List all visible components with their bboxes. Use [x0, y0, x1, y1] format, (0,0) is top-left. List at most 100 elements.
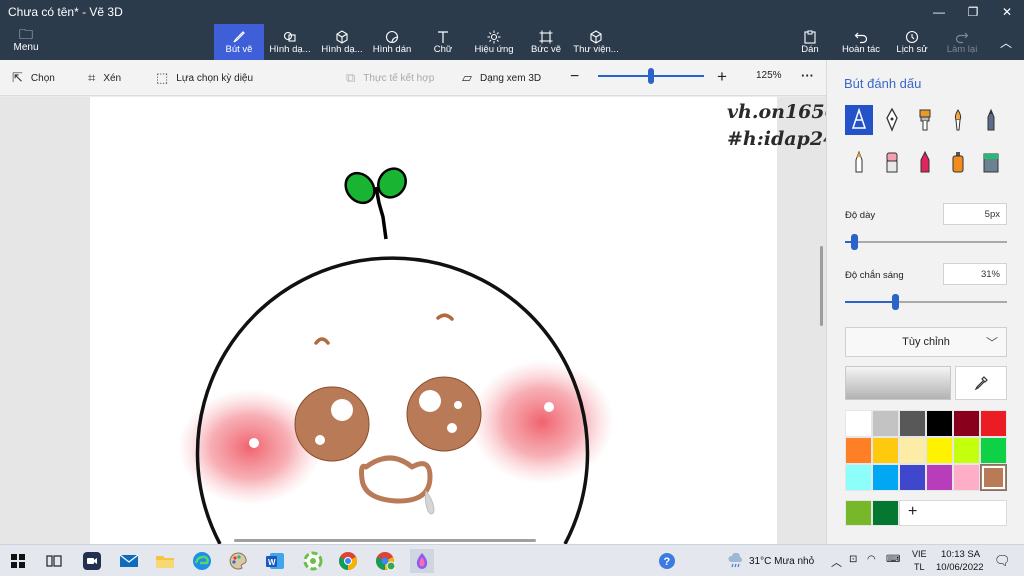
- zoom-app-button[interactable]: [80, 549, 104, 573]
- app-button[interactable]: [301, 549, 325, 573]
- oil-brush-button[interactable]: [911, 105, 939, 135]
- thickness-slider[interactable]: [845, 234, 1007, 250]
- current-color-preview[interactable]: [845, 366, 951, 400]
- collapse-ribbon-button[interactable]: ︿: [994, 24, 1018, 60]
- eyedropper-button[interactable]: [955, 366, 1007, 400]
- mixed-reality-button[interactable]: ⧉ Thực tế kết hợp: [346, 70, 434, 86]
- help-button[interactable]: ?: [655, 549, 679, 573]
- zoom-in-button[interactable]: +: [717, 67, 727, 87]
- task-view-button[interactable]: [42, 549, 66, 573]
- add-custom-color-button[interactable]: +: [899, 500, 1007, 526]
- color-swatch[interactable]: [926, 410, 953, 437]
- color-swatch[interactable]: [872, 437, 899, 464]
- spray-can-button[interactable]: [944, 147, 972, 177]
- finish-dropdown-value: Tùy chỉnh: [902, 336, 950, 348]
- color-swatch[interactable]: [845, 410, 872, 437]
- mail-button[interactable]: [117, 549, 141, 573]
- start-button[interactable]: [6, 549, 30, 573]
- tool-2d-shapes[interactable]: Hình dạ...: [266, 24, 314, 60]
- color-swatch[interactable]: [980, 410, 1007, 437]
- color-swatch[interactable]: [926, 464, 953, 491]
- opacity-slider-thumb[interactable]: [892, 294, 899, 310]
- custom-color-swatch[interactable]: [845, 500, 872, 526]
- color-swatch[interactable]: [845, 437, 872, 464]
- color-swatch[interactable]: [953, 410, 980, 437]
- crop-button[interactable]: ⌗ Xén: [88, 70, 121, 86]
- eraser-button[interactable]: [878, 147, 906, 177]
- watercolor-button[interactable]: [944, 105, 972, 135]
- sprout-leaf-left: [344, 171, 376, 205]
- paint-button[interactable]: [226, 549, 250, 573]
- edge-button[interactable]: [190, 549, 214, 573]
- color-swatch[interactable]: [872, 410, 899, 437]
- view-3d-label: Dạng xem 3D: [480, 72, 542, 84]
- paste-button[interactable]: Dán: [794, 24, 826, 60]
- file-explorer-button[interactable]: [153, 549, 177, 573]
- color-swatch[interactable]: [926, 437, 953, 464]
- clock-time[interactable]: 10:13 SA: [941, 549, 980, 560]
- language-line-2[interactable]: TL: [914, 562, 925, 572]
- redo-button[interactable]: Làm lại: [942, 24, 982, 60]
- zoom-slider-thumb[interactable]: [648, 68, 654, 84]
- crayon-button[interactable]: [845, 147, 873, 177]
- drawing-canvas[interactable]: vh.on1656 #h:idap247: [90, 97, 826, 544]
- tool-3d-shapes[interactable]: Hình dạ...: [318, 24, 366, 60]
- keyboard-icon[interactable]: ⌨: [886, 554, 900, 565]
- color-swatch[interactable]: [845, 464, 872, 491]
- brush-icon: [233, 30, 245, 42]
- weather-button[interactable]: [724, 549, 748, 573]
- magic-select-button[interactable]: ⬚ Lựa chọn kỳ diệu: [156, 70, 253, 86]
- clock-date[interactable]: 10/06/2022: [936, 562, 984, 573]
- zoom-out-button[interactable]: −: [570, 68, 579, 86]
- thickness-input[interactable]: 5px: [943, 203, 1007, 225]
- more-options-button[interactable]: ···: [801, 68, 814, 83]
- paint-3d-button[interactable]: [410, 549, 434, 573]
- tool-canvas[interactable]: Bức vẽ: [526, 24, 566, 60]
- vertical-scrollbar[interactable]: [820, 246, 823, 326]
- tool-3d-library[interactable]: Thư viện...: [572, 24, 620, 60]
- color-swatch[interactable]: [899, 437, 926, 464]
- tool-brushes[interactable]: Bút vẽ: [214, 24, 264, 60]
- weather-text[interactable]: 31°C Mưa nhỏ: [749, 556, 814, 567]
- tool-text[interactable]: Chữ: [426, 24, 460, 60]
- color-swatch[interactable]: [899, 410, 926, 437]
- tool-effects[interactable]: Hiệu ứng: [472, 24, 516, 60]
- horizontal-scrollbar[interactable]: [234, 539, 536, 542]
- close-button[interactable]: ✕: [990, 0, 1024, 24]
- opacity-input[interactable]: 31%: [943, 263, 1007, 285]
- marker-brush-button[interactable]: [845, 105, 873, 135]
- undo-button[interactable]: Hoàn tác: [838, 24, 884, 60]
- tool-stickers[interactable]: Hình dán: [370, 24, 414, 60]
- menu-button[interactable]: 🗀 Menu: [6, 26, 46, 58]
- color-swatch[interactable]: [953, 437, 980, 464]
- notification-icon[interactable]: 🗨: [994, 553, 1011, 569]
- calligraphy-pen-button[interactable]: [878, 105, 906, 135]
- color-swatch[interactable]: [872, 464, 899, 491]
- history-button[interactable]: Lịch sử: [892, 24, 932, 60]
- network-icon[interactable]: ⊡: [849, 554, 857, 565]
- finish-dropdown[interactable]: Tùy chỉnh ﹀: [845, 327, 1007, 357]
- opacity-slider[interactable]: [845, 294, 1007, 310]
- fill-bucket-button[interactable]: [977, 147, 1005, 177]
- close-icon: ✕: [1001, 5, 1013, 19]
- history-label: Lịch sử: [896, 43, 928, 55]
- pixel-pen-button[interactable]: [911, 147, 939, 177]
- chrome-button[interactable]: [336, 549, 360, 573]
- wifi-icon[interactable]: ◠: [867, 554, 876, 565]
- pencil-button[interactable]: [977, 105, 1005, 135]
- chevron-up-icon[interactable]: ︿: [831, 554, 842, 570]
- word-button[interactable]: W: [263, 549, 287, 573]
- custom-color-swatch[interactable]: [872, 500, 899, 526]
- select-button[interactable]: ⇱ Chọn: [12, 70, 55, 86]
- maximize-button[interactable]: ❐: [956, 0, 990, 24]
- undo-label: Hoàn tác: [841, 43, 881, 55]
- color-swatch[interactable]: [953, 464, 980, 491]
- color-swatch[interactable]: [899, 464, 926, 491]
- thickness-slider-thumb[interactable]: [851, 234, 858, 250]
- minimize-button[interactable]: —: [922, 0, 956, 24]
- chrome-profile-button[interactable]: [373, 549, 397, 573]
- color-swatch[interactable]: [980, 464, 1007, 491]
- color-swatch[interactable]: [980, 437, 1007, 464]
- language-line-1[interactable]: VIE: [912, 549, 927, 559]
- view-3d-button[interactable]: ▱ Dạng xem 3D: [462, 70, 541, 86]
